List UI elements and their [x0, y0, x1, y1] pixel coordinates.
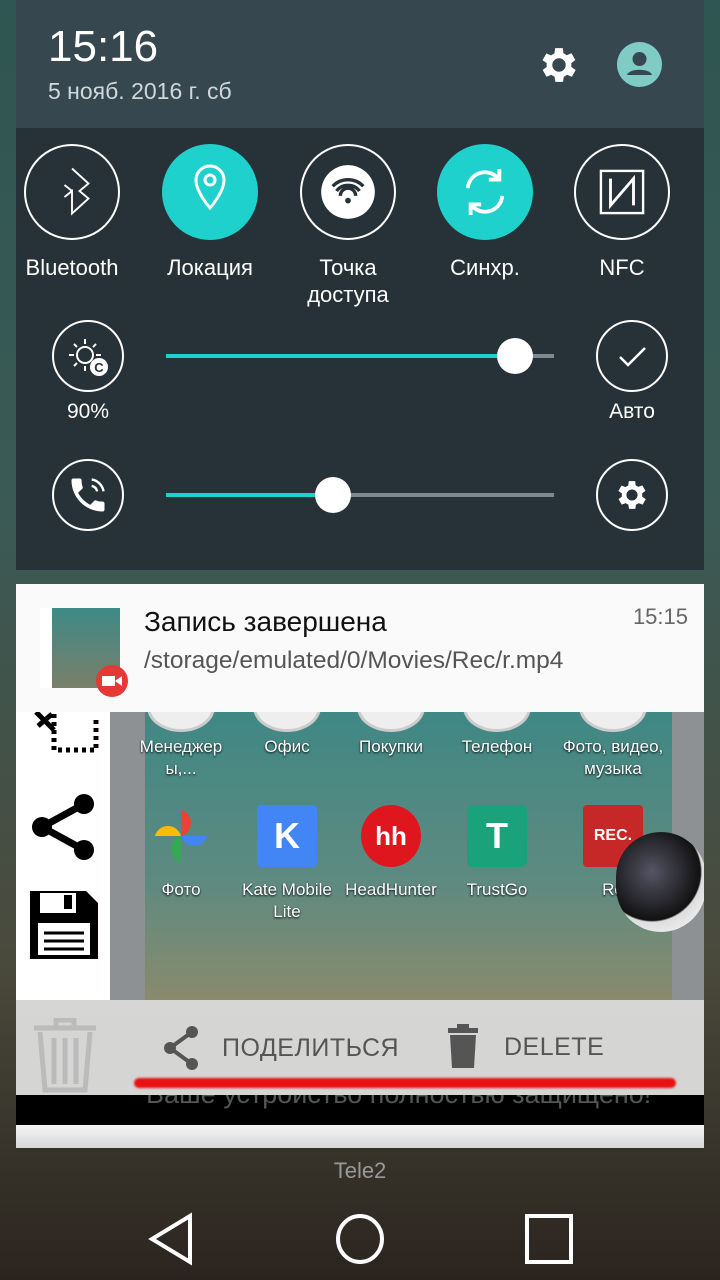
wifi-hotspot-icon	[321, 165, 375, 219]
bluetooth-icon	[63, 167, 90, 216]
sync-icon	[465, 169, 505, 215]
sound-settings-button[interactable]	[596, 459, 668, 531]
notification-time: 15:15	[632, 604, 688, 629]
toolbar-strip	[16, 712, 110, 1000]
account-avatar[interactable]	[617, 42, 662, 87]
app-icon: hh	[361, 805, 421, 867]
app-label: Фото	[161, 880, 201, 899]
dock-label: Tele2	[333, 1158, 387, 1183]
clock: 15:16	[48, 22, 159, 71]
toggle-nfc[interactable]	[574, 144, 670, 240]
volume-slider-fill	[166, 493, 333, 497]
app-label: Фото, видео, музыка	[562, 737, 664, 778]
location-icon	[194, 164, 226, 211]
app-icon: T	[467, 805, 527, 867]
trash-icon	[34, 1018, 96, 1093]
delete-action-button[interactable]: DELETE	[446, 1024, 604, 1070]
rec-badge-icon	[96, 665, 128, 697]
crop-icon	[34, 712, 99, 753]
date: 5 нояб. 2016 г. сб	[48, 78, 232, 104]
nfc-icon	[599, 169, 645, 215]
brightness-value: 90%	[66, 400, 110, 423]
app-label: HeadHunter	[345, 880, 437, 899]
app-label: Kate Mobile Lite	[242, 880, 332, 921]
back-button[interactable]	[146, 1212, 196, 1266]
account-icon	[627, 52, 652, 75]
check-icon	[619, 347, 646, 367]
brightness-slider-thumb[interactable]	[497, 338, 534, 374]
gear-icon[interactable]	[536, 42, 582, 92]
recording-preview: Менеджер ы,... Офис Покупки Телефон Фото, вид…	[16, 712, 704, 1000]
notification-footer	[16, 1125, 704, 1148]
ringtone-volume-icon[interactable]	[52, 459, 124, 531]
toggle-label: Bluetooth	[25, 255, 119, 280]
share-action-button[interactable]: ПОДЕЛИТЬСЯ	[160, 1024, 399, 1072]
hidden-notification: Ваше устройство полностью защищено!	[16, 1095, 704, 1125]
home-button[interactable]	[334, 1212, 386, 1266]
toggle-label: Точка доступа	[307, 255, 389, 307]
notification-title: Запись завершена	[144, 606, 387, 637]
robot-overlay-icon	[616, 832, 704, 932]
svg-text:C: C	[94, 360, 104, 375]
brightness-slider-fill	[166, 354, 516, 358]
toggle-sync[interactable]	[437, 144, 533, 240]
share-action-label: ПОДЕЛИТЬСЯ	[222, 1033, 400, 1062]
notification-path: /storage/emulated/0/Movies/Rec/r.mp4	[144, 647, 564, 674]
toggle-location[interactable]	[162, 144, 258, 240]
app-label: Покупки	[359, 737, 423, 756]
toggle-label: Синхр.	[450, 255, 520, 280]
trash-icon	[448, 1024, 478, 1068]
hidden-notification-text: Ваше устройство полностью защищено!	[146, 1095, 651, 1110]
share-icon	[164, 1026, 198, 1070]
red-underline-annotation	[134, 1078, 676, 1088]
recents-button[interactable]	[524, 1213, 576, 1265]
toggle-bluetooth[interactable]	[24, 144, 120, 240]
app-icon	[151, 805, 211, 867]
share-icon	[32, 794, 94, 860]
auto-brightness-button[interactable]	[596, 320, 668, 392]
gear-icon	[618, 481, 646, 509]
toggle-label: NFC	[599, 255, 645, 280]
toggle-wifi-hotspot[interactable]	[300, 144, 396, 240]
app-label: Менеджер ы,...	[139, 737, 223, 778]
app-label: TrustGo	[466, 880, 528, 899]
app-label: Телефон	[461, 737, 533, 756]
save-icon	[30, 891, 98, 959]
toggle-label: Локация	[167, 255, 253, 280]
delete-action-label: DELETE	[504, 1032, 605, 1061]
volume-slider-thumb[interactable]	[314, 477, 351, 513]
app-label: Офис	[264, 737, 310, 756]
brightness-auto-icon[interactable]: C	[52, 320, 124, 392]
auto-label: Авто	[609, 400, 655, 423]
app-icon: K	[257, 805, 317, 867]
